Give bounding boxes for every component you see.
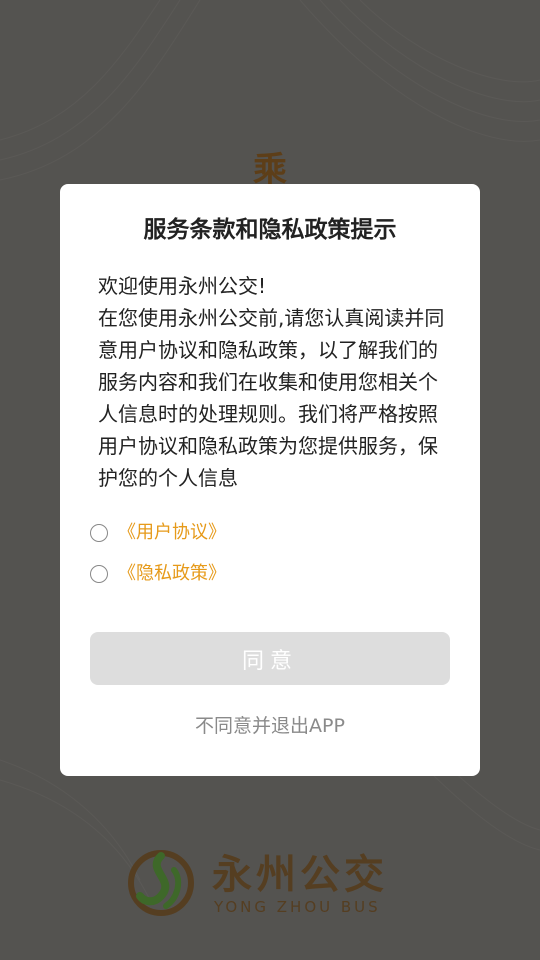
privacy-dialog: 服务条款和隐私政策提示 欢迎使用永州公交! 在您使用永州公交前,请您认真阅读并同…	[60, 184, 480, 776]
dialog-title: 服务条款和隐私政策提示	[143, 217, 397, 243]
dialog-body-text: 在您使用永州公交前,请您认真阅读并同意用户协议和隐私政策，以了解我们的服务内容和…	[98, 306, 445, 490]
user-agreement-radio[interactable]	[90, 524, 108, 542]
privacy-policy-radio[interactable]	[90, 565, 108, 583]
privacy-policy-row[interactable]: 《隐私政策》	[90, 561, 226, 587]
dialog-body: 欢迎使用永州公交! 在您使用永州公交前,请您认真阅读并同意用户协议和隐私政策，以…	[98, 270, 448, 494]
disagree-exit-button[interactable]: 不同意并退出APP	[60, 712, 480, 740]
splash-screen: 乘 永州公交 YONG ZHOU BUS 服务条款和隐私政策提示 欢迎使用永州公…	[0, 0, 540, 960]
user-agreement-row[interactable]: 《用户协议》	[90, 520, 226, 546]
user-agreement-link[interactable]: 《用户协议》	[118, 520, 226, 546]
dialog-greeting: 欢迎使用永州公交!	[98, 274, 267, 298]
agree-button[interactable]: 同意	[90, 632, 450, 685]
privacy-policy-link[interactable]: 《隐私政策》	[118, 561, 226, 587]
